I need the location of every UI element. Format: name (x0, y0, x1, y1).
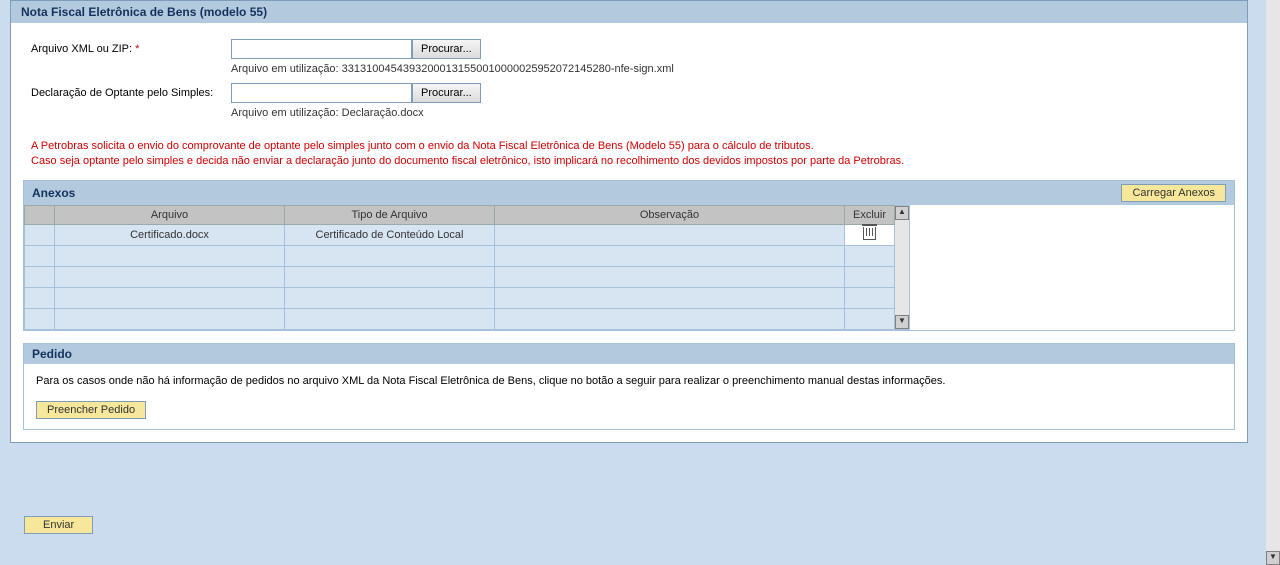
nfe-panel: Nota Fiscal Eletrônica de Bens (modelo 5… (10, 0, 1248, 443)
decl-in-use: Arquivo em utilização: Declaração.docx (231, 107, 1227, 119)
xml-label: Arquivo XML ou ZIP: * (31, 43, 231, 55)
col-type: Tipo de Arquivo (285, 205, 495, 224)
pedido-title: Pedido (32, 347, 72, 361)
col-file: Arquivo (55, 205, 285, 224)
col-del: Excluir (845, 205, 895, 224)
col-expand (25, 205, 55, 224)
xml-browse-button[interactable]: Procurar... (412, 39, 481, 59)
trash-icon[interactable] (863, 227, 876, 240)
table-row (25, 308, 895, 329)
scroll-down-icon[interactable]: ▼ (1266, 551, 1280, 565)
table-row (25, 266, 895, 287)
scroll-up-icon[interactable]: ▲ (895, 206, 909, 220)
warning-text: A Petrobras solicita o envio do comprova… (31, 139, 1227, 170)
pedido-panel: Pedido Para os casos onde não há informa… (23, 343, 1235, 430)
scroll-down-icon[interactable]: ▼ (895, 315, 909, 329)
decl-browse-button[interactable]: Procurar... (412, 83, 481, 103)
decl-label: Declaração de Optante pelo Simples: (31, 87, 231, 99)
pedido-text: Para os casos onde não há informação de … (36, 374, 1222, 389)
cell-type: Certificado de Conteúdo Local (285, 224, 495, 245)
upload-form: Arquivo XML ou ZIP: * Procurar... Arquiv… (11, 23, 1247, 135)
table-row[interactable]: Certificado.docx Certificado de Conteúdo… (25, 224, 895, 245)
anexos-panel: Anexos Carregar Anexos Arquivo Tipo de A… (23, 180, 1235, 331)
panel-title: Nota Fiscal Eletrônica de Bens (modelo 5… (11, 1, 1247, 23)
preencher-pedido-button[interactable]: Preencher Pedido (36, 401, 146, 419)
anexos-scrollbar[interactable]: ▲ ▼ (895, 205, 910, 330)
decl-file-input[interactable] (231, 83, 412, 103)
table-row (25, 287, 895, 308)
xml-file-input[interactable] (231, 39, 412, 59)
anexos-title: Anexos (32, 186, 75, 200)
table-row (25, 245, 895, 266)
cell-obs (495, 224, 845, 245)
required-mark: * (135, 43, 139, 55)
anexos-table: Arquivo Tipo de Arquivo Observação Exclu… (24, 205, 895, 330)
col-obs: Observação (495, 205, 845, 224)
page-scrollbar[interactable]: ▼ (1266, 0, 1280, 565)
cell-file: Certificado.docx (55, 224, 285, 245)
xml-in-use: Arquivo em utilização: 33131004543932000… (231, 63, 1227, 75)
enviar-button[interactable]: Enviar (24, 516, 93, 534)
carregar-anexos-button[interactable]: Carregar Anexos (1121, 184, 1226, 202)
